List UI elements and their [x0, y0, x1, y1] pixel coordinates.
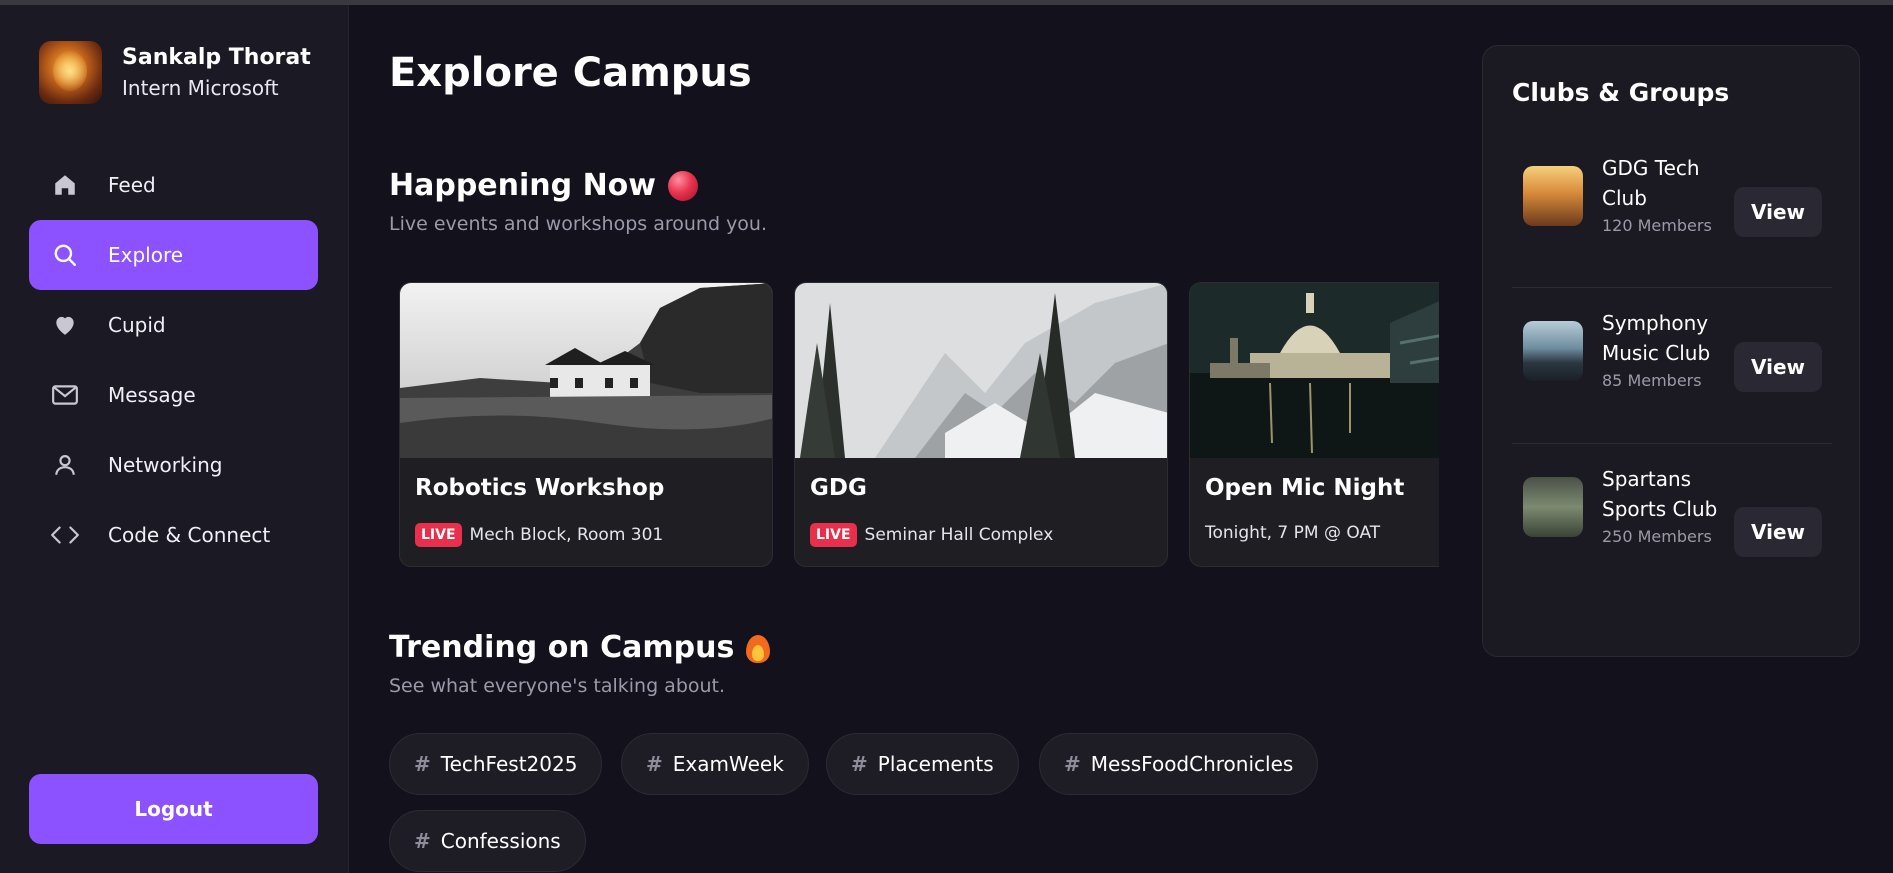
sidebar-item-label: Networking [108, 453, 223, 477]
event-location: Seminar Hall Complex [864, 525, 1054, 545]
hash-icon: # [1064, 752, 1081, 776]
hashtag-chip[interactable]: # Confessions [389, 810, 586, 872]
sidebar-item-label: Feed [108, 173, 156, 197]
hashtag-label: ExamWeek [672, 752, 784, 776]
page-title: Explore Campus [389, 50, 752, 96]
hash-icon: # [646, 752, 663, 776]
happening-now-heading: Happening Now [389, 168, 698, 203]
hash-icon: # [851, 752, 868, 776]
divider [1512, 443, 1832, 444]
hashtag-chip[interactable]: # Placements [826, 733, 1019, 795]
club-name: Spartans Sports Club [1602, 467, 1718, 521]
trending-heading: Trending on Campus [389, 630, 771, 665]
hashtag-label: Confessions [440, 829, 561, 853]
divider [1512, 287, 1832, 288]
hashtag-chip[interactable]: # TechFest2025 [389, 733, 603, 795]
view-club-button[interactable]: View [1734, 187, 1822, 237]
mail-icon [50, 380, 80, 410]
live-badge: LIVE [810, 523, 857, 547]
view-club-button[interactable]: View [1734, 342, 1822, 392]
view-club-button[interactable]: View [1734, 507, 1822, 557]
event-location: Mech Block, Room 301 [469, 525, 664, 545]
event-meta: LIVE Mech Block, Room 301 [415, 523, 663, 547]
heart-icon [50, 310, 80, 340]
event-time-location: Tonight, 7 PM @ OAT [1205, 523, 1381, 543]
fire-icon [746, 633, 771, 663]
club-item: Spartans Sports Club 250 Members View [1512, 464, 1832, 557]
red-circle-icon [668, 170, 698, 201]
sidebar-item-cupid[interactable]: Cupid [29, 290, 318, 360]
event-image [400, 283, 772, 458]
avatar [39, 41, 102, 104]
sidebar-item-label: Explore [108, 243, 184, 267]
sidebar-item-label: Cupid [108, 313, 166, 337]
clubs-panel: Clubs & Groups GDG Tech Club 120 Members… [1482, 45, 1860, 657]
event-card[interactable]: GDG LIVE Seminar Hall Complex [794, 282, 1168, 567]
club-image [1523, 477, 1583, 537]
club-image [1523, 321, 1583, 381]
profile-card[interactable]: Sankalp Thorat Intern Microsoft [39, 41, 311, 104]
event-card[interactable]: Robotics Workshop LIVE Mech Block, Room … [399, 282, 773, 567]
live-badge: LIVE [415, 523, 462, 547]
club-members: 85 Members [1602, 371, 1702, 390]
sidebar-item-label: Code & Connect [108, 523, 271, 547]
club-name: GDG Tech Club [1602, 156, 1700, 210]
event-image [795, 283, 1167, 458]
event-image [1190, 283, 1439, 458]
event-meta: Tonight, 7 PM @ OAT [1205, 523, 1380, 543]
sidebar-item-networking[interactable]: Networking [29, 430, 318, 500]
sidebar-item-feed[interactable]: Feed [29, 150, 318, 220]
sidebar-item-code-connect[interactable]: Code & Connect [29, 500, 318, 570]
club-name: Symphony Music Club [1602, 311, 1711, 365]
sidebar-nav: Feed Explore Cupid Message Networking Co… [29, 150, 318, 570]
logout-button[interactable]: Logout [29, 774, 318, 844]
trending-subtitle: See what everyone's talking about. [389, 675, 726, 697]
hash-icon: # [414, 829, 431, 853]
event-title: GDG [810, 475, 867, 501]
club-members: 120 Members [1602, 216, 1712, 235]
club-item: Symphony Music Club 85 Members View [1512, 308, 1832, 394]
sidebar: Sankalp Thorat Intern Microsoft Feed Exp… [0, 5, 349, 873]
hashtag-label: TechFest2025 [440, 752, 578, 776]
sidebar-item-message[interactable]: Message [29, 360, 318, 430]
hash-icon: # [414, 752, 431, 776]
club-item: GDG Tech Club 120 Members View [1512, 153, 1832, 239]
profile-role: Intern Microsoft [122, 75, 279, 100]
hashtag-label: Placements [877, 752, 994, 776]
user-icon [50, 450, 80, 480]
trending-title: Trending on Campus [389, 630, 735, 665]
event-card[interactable]: Open Mic Night Tonight, 7 PM @ OAT [1189, 282, 1439, 567]
clubs-title: Clubs & Groups [1512, 78, 1730, 107]
sidebar-item-explore[interactable]: Explore [29, 220, 318, 290]
club-image [1523, 166, 1583, 226]
events-carousel[interactable]: Robotics Workshop LIVE Mech Block, Room … [399, 282, 1439, 572]
hashtag-chip[interactable]: # MessFoodChronicles [1039, 733, 1319, 795]
event-title: Open Mic Night [1205, 475, 1405, 501]
search-icon [50, 240, 80, 270]
happening-now-subtitle: Live events and workshops around you. [389, 213, 768, 235]
profile-name: Sankalp Thorat [122, 44, 311, 70]
hashtag-chip[interactable]: # ExamWeek [621, 733, 809, 795]
event-meta: LIVE Seminar Hall Complex [810, 523, 1053, 547]
sidebar-item-label: Message [108, 383, 196, 407]
event-title: Robotics Workshop [415, 475, 665, 501]
home-icon [50, 170, 80, 200]
club-members: 250 Members [1602, 527, 1712, 546]
happening-now-title: Happening Now [389, 168, 656, 203]
hashtag-label: MessFoodChronicles [1090, 752, 1294, 776]
code-icon [50, 520, 80, 550]
